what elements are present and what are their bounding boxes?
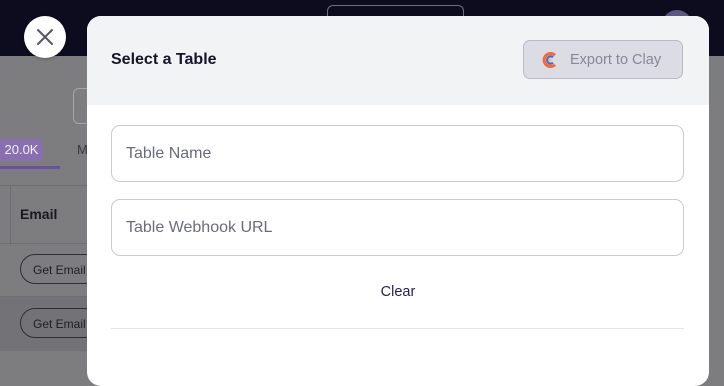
- active-tab-underline: [0, 166, 60, 169]
- table-webhook-url-input[interactable]: [111, 199, 684, 256]
- select-table-modal: Select a Table Export to Clay Clear: [87, 16, 709, 386]
- table-header-top-border: [0, 185, 90, 186]
- section-divider: [111, 328, 684, 329]
- table-row-divider: [0, 296, 90, 297]
- modal-header: Select a Table Export to Clay: [87, 16, 709, 105]
- close-icon: [37, 29, 53, 45]
- close-modal-button[interactable]: [24, 16, 66, 58]
- modal-title: Select a Table: [111, 51, 217, 68]
- clay-logo-icon: [542, 51, 558, 68]
- results-count-badge: 20.0K: [0, 139, 43, 161]
- table-column-divider: [10, 185, 11, 245]
- table-header-email: Email: [20, 206, 58, 222]
- table-row-divider: [0, 243, 90, 244]
- export-to-clay-button[interactable]: Export to Clay: [523, 40, 683, 79]
- clear-button[interactable]: Clear: [87, 284, 709, 300]
- export-button-label: Export to Clay: [570, 51, 662, 68]
- table-name-input[interactable]: [111, 125, 684, 182]
